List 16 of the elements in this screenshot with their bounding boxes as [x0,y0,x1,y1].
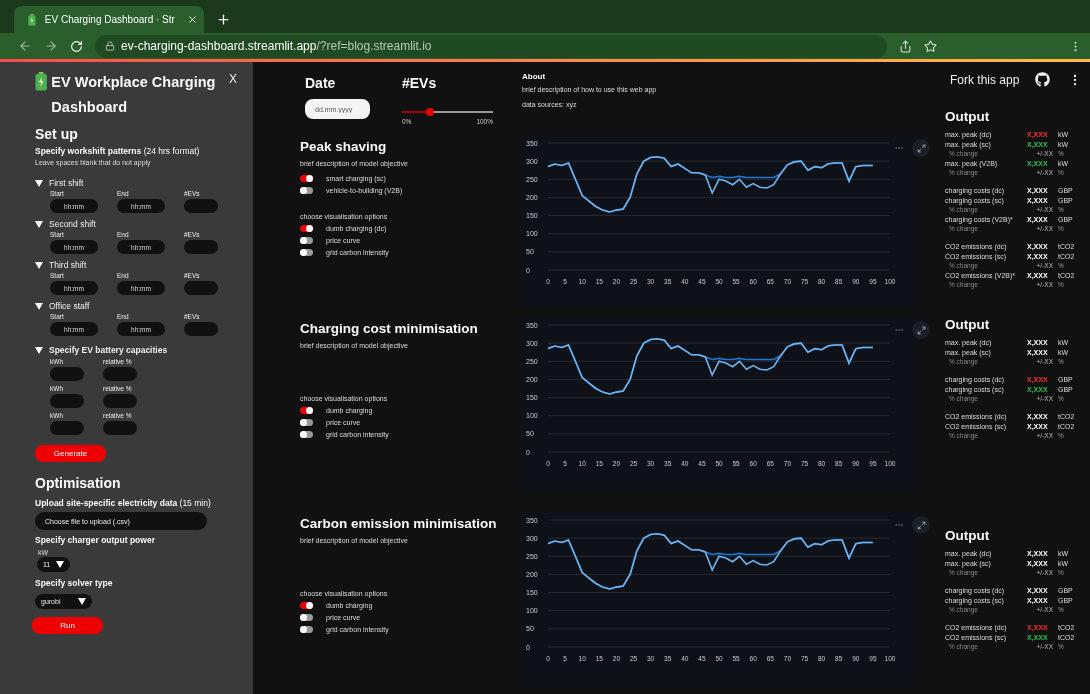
output-title: Output [945,528,991,543]
sidebar-title: EV Workplace Charging Dashboard [51,73,217,117]
field-label: Specify charger output power [35,535,156,545]
field-label: Specify solver type [35,578,114,588]
field-label: Specify workshift patterns (24 hrs format) [35,146,201,156]
evs-label: #EVs [402,75,438,91]
date-label: Date [305,75,337,91]
section-heading: Set up [35,126,79,142]
section-title: Charging cost minimisation [300,321,479,336]
section-heading: Optimisation [35,475,122,491]
output-title: Output [945,109,991,124]
section-title: Carbon emission minimisation [300,516,498,531]
output-title: Output [945,317,991,332]
field-label: Upload site-specific electricity data (15 min) [35,498,212,508]
about-title: About [522,72,547,81]
section-title: Peak shaving [300,139,388,154]
